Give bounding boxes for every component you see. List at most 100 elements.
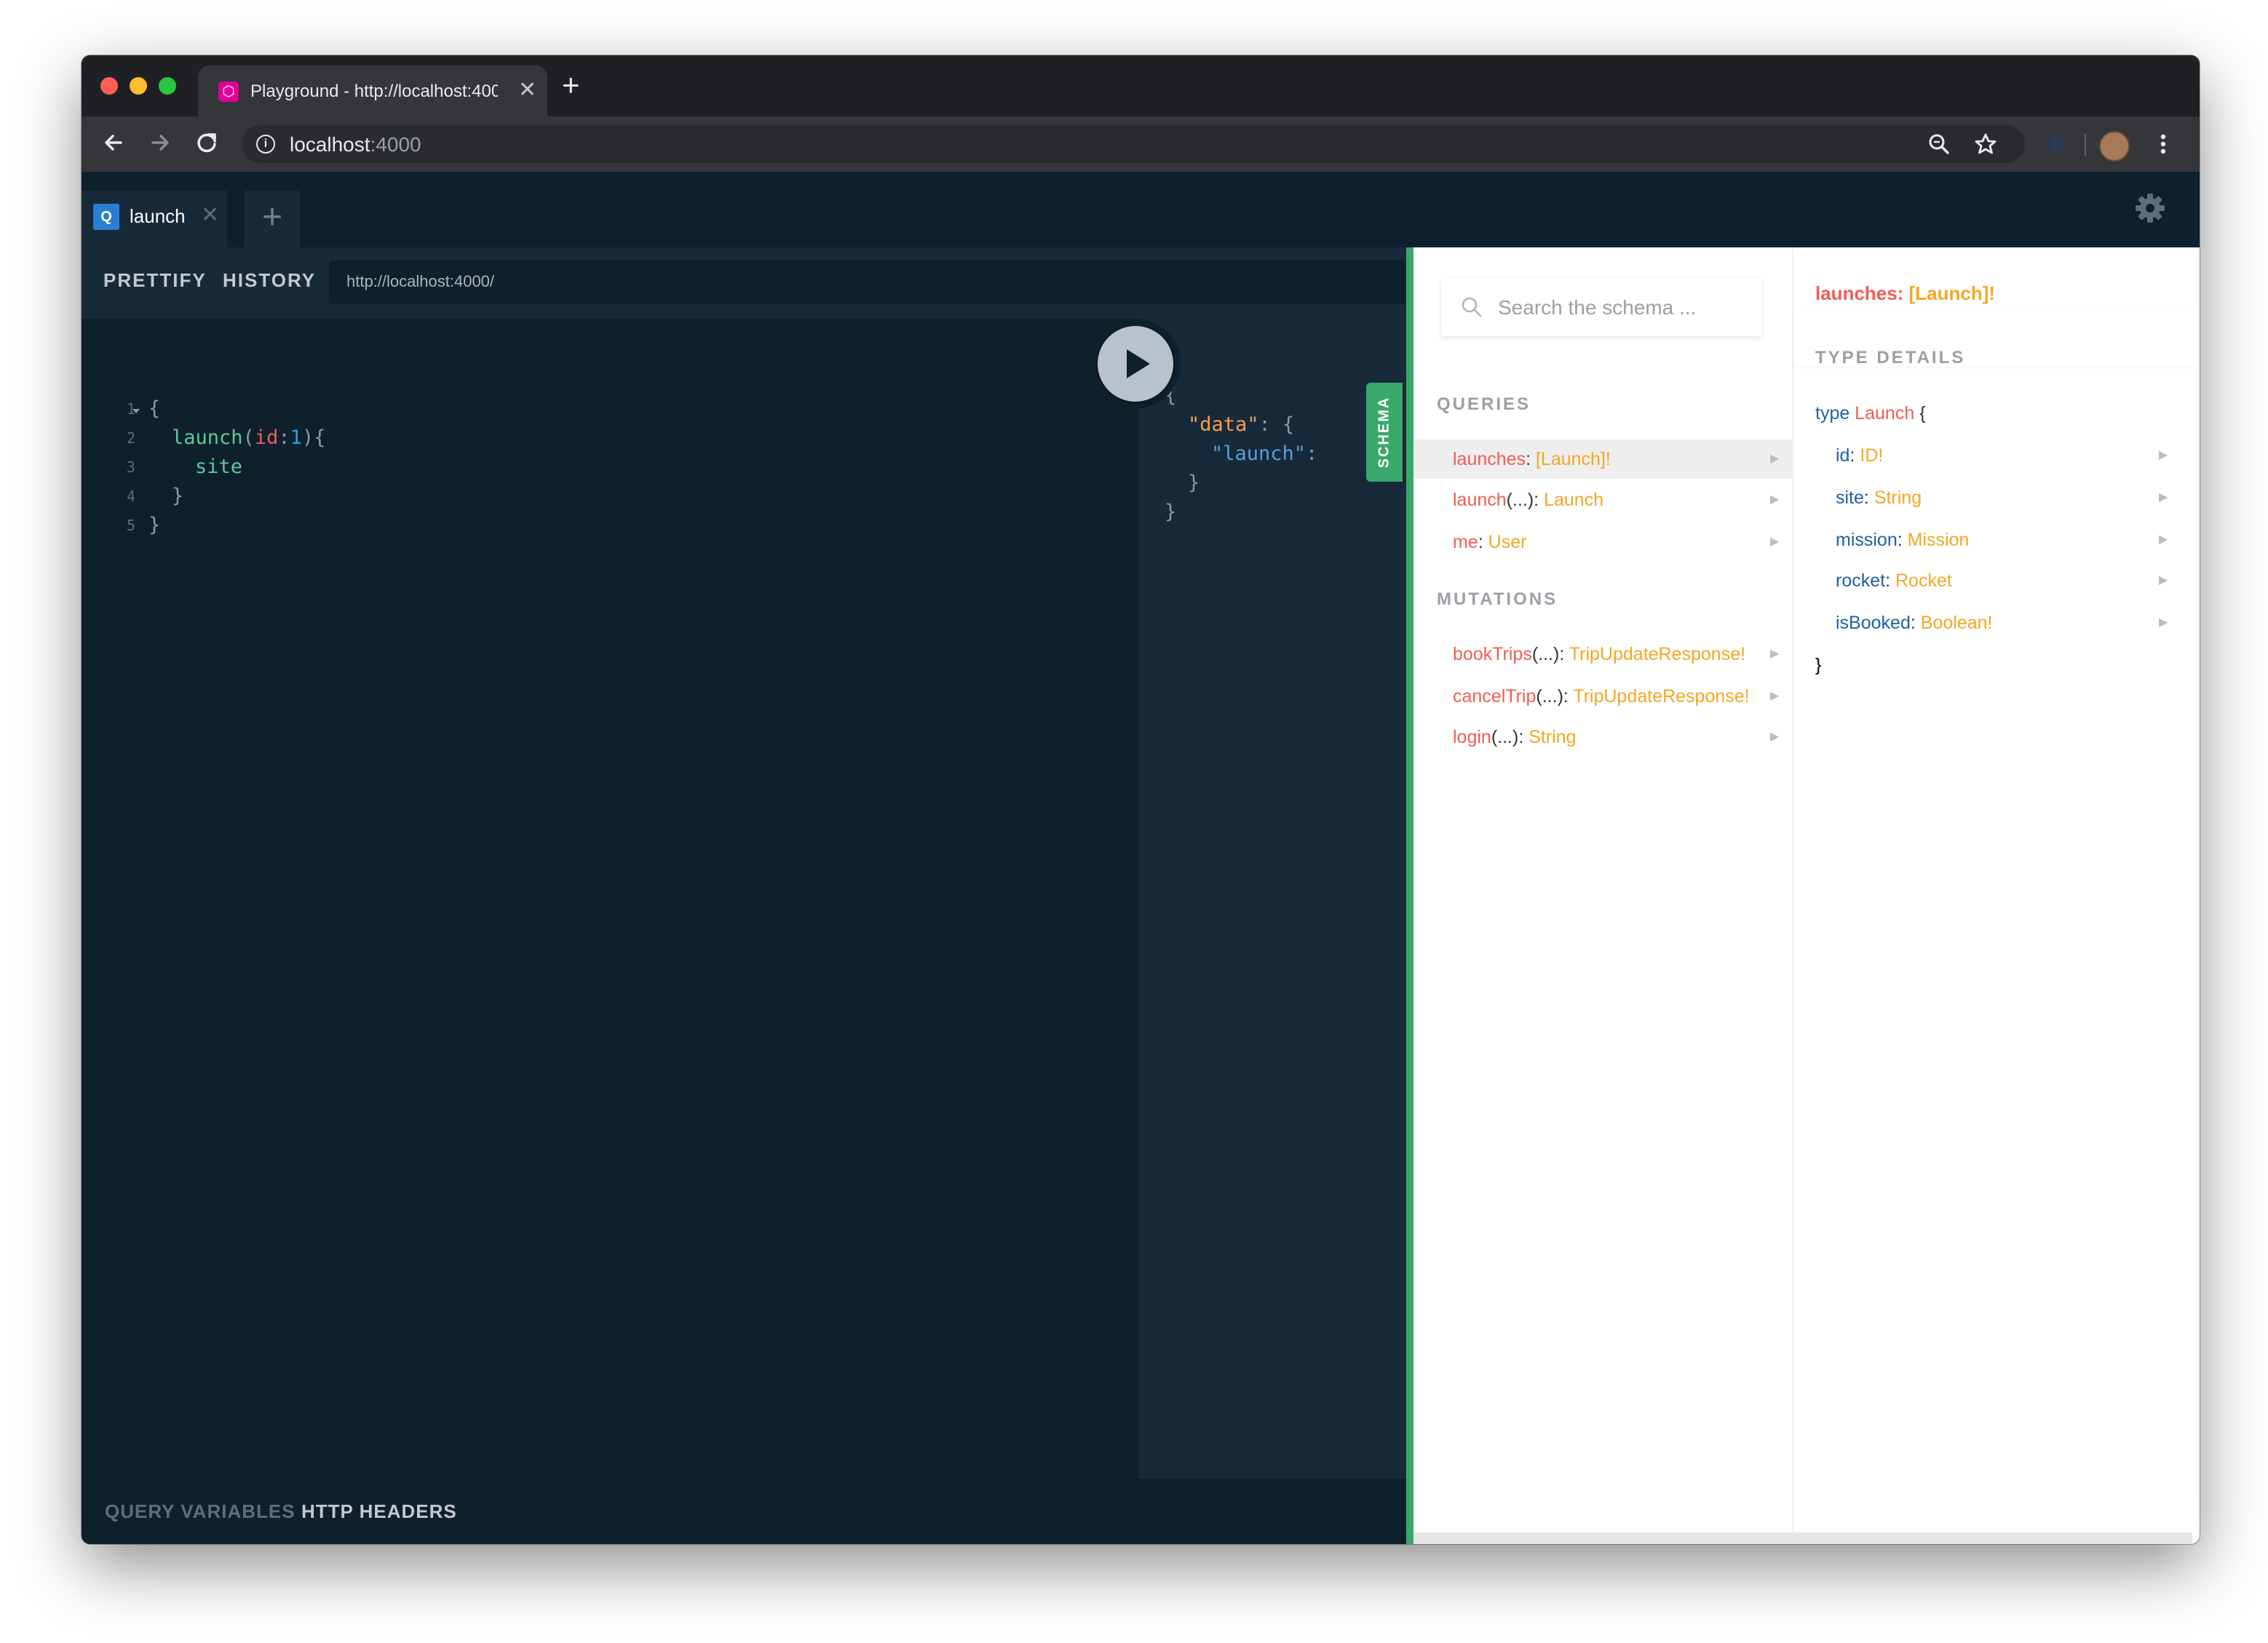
close-window-button[interactable] [100, 77, 118, 95]
schema-query-launch[interactable]: launch(...): Launch ▶ [1413, 480, 1792, 520]
browser-menu-icon[interactable] [2149, 130, 2178, 159]
type-field-isbooked[interactable]: isBooked: Boolean! [1836, 608, 1992, 637]
playground-tab-launch[interactable]: Q launch ✕ [82, 191, 227, 247]
expand-arrow-icon: ▶ [1770, 690, 1780, 702]
schema-column-divider [1792, 247, 1793, 1532]
zoom-icon[interactable] [1924, 130, 1954, 159]
address-bar[interactable]: i localhost:4000 [242, 125, 2025, 163]
reload-icon[interactable] [192, 128, 221, 157]
schema-search[interactable] [1441, 278, 1761, 336]
history-button[interactable]: HISTORY [223, 269, 316, 292]
profile-avatar[interactable] [2099, 131, 2130, 162]
line-number: 5 [126, 517, 135, 534]
endpoint-input[interactable]: http://localhost:4000/ [329, 260, 1406, 304]
expand-arrow-icon: ▶ [1770, 731, 1780, 743]
schema-query-launches[interactable]: launches: [Launch]! ▶ [1413, 439, 1792, 479]
schema-panel-edge[interactable] [1406, 247, 1413, 1544]
schema-field-label: login(...): String [1453, 727, 1577, 747]
code-line-3: site [195, 455, 243, 478]
expand-arrow-icon: ▶ [2159, 491, 2168, 504]
query-variables-tab[interactable]: QUERY VARIABLES [105, 1500, 296, 1523]
type-details-title: launches: [Launch]! [1815, 282, 1996, 304]
endpoint-url: http://localhost:4000/ [346, 272, 495, 290]
browser-toolbar: i localhost:4000 [82, 116, 2200, 172]
type-closing-brace: } [1815, 655, 1822, 675]
schema-tab-label: SCHEMA [1376, 396, 1392, 469]
schema-field-label: launches: [Launch]! [1453, 449, 1611, 469]
expand-arrow-icon: ▶ [2159, 449, 2168, 461]
schema-mutation-booktrips[interactable]: bookTrips(...): TripUpdateResponse! ▶ [1413, 634, 1792, 674]
code-line-2: launch(id:1){ [172, 426, 326, 449]
browser-tab-close-icon[interactable]: ✕ [518, 79, 536, 102]
schema-mutation-canceltrip[interactable]: cancelTrip(...): TripUpdateResponse! ▶ [1413, 677, 1792, 716]
type-field-mission[interactable]: mission: Mission [1836, 525, 1969, 554]
browser-tab-playground[interactable]: ⬡ Playground - http://localhost:4000 ✕ [198, 65, 547, 116]
expand-arrow-icon: ▶ [1770, 453, 1780, 465]
code-line-4: } [172, 485, 184, 507]
search-icon [1462, 297, 1482, 317]
new-tab-button[interactable]: + [562, 70, 580, 100]
playground-tab-close-icon[interactable]: ✕ [201, 202, 219, 228]
playground-tab-label: launch [130, 205, 186, 227]
result-line-3: "launch": [1211, 442, 1330, 465]
schema-panel-scrollbar[interactable] [1413, 1532, 2192, 1544]
type-field-rocket[interactable]: rocket: Rocket [1836, 566, 1952, 595]
type-details-section-title: TYPE DETAILS [1815, 348, 1966, 367]
schema-field-label: me: User [1453, 532, 1527, 552]
schema-field-label: cancelTrip(...): TripUpdateResponse! [1453, 686, 1750, 707]
play-icon [1127, 349, 1150, 378]
settings-gear-icon[interactable] [2133, 191, 2168, 226]
editor-bottom-bar: QUERY VARIABLES HTTP HEADERS [82, 1479, 1406, 1544]
maximize-window-button[interactable] [159, 77, 176, 95]
editor-toolbar: PRETTIFY HISTORY http://localhost:4000/ [82, 247, 1406, 319]
prettify-button[interactable]: PRETTIFY [103, 269, 207, 292]
site-info-icon[interactable]: i [256, 135, 275, 154]
type-field-id[interactable]: id: ID! [1836, 441, 1883, 470]
line-number: 4 [126, 488, 135, 505]
http-headers-tab[interactable]: HTTP HEADERS [301, 1500, 457, 1523]
line-number: 2 [126, 429, 135, 447]
code-line-1: { [148, 397, 161, 420]
minimize-window-button[interactable] [130, 77, 147, 95]
playground-tab-bar: Q launch ✕ + [82, 172, 2200, 247]
browser-window: ⬡ Playground - http://localhost:4000 ✕ +… [82, 55, 2200, 1544]
query-badge: Q [93, 204, 119, 230]
fold-caret-icon[interactable] [131, 406, 141, 416]
bookmark-star-icon[interactable] [1971, 130, 2000, 159]
query-editor[interactable]: 1 2 3 4 5 { launch(id:1){ site } } [82, 319, 1138, 1486]
type-field-site[interactable]: site: String [1836, 483, 1922, 512]
code-line-5: } [148, 514, 161, 536]
expand-arrow-icon: ▶ [2159, 533, 2168, 546]
schema-mutation-login[interactable]: login(...): String ▶ [1413, 717, 1792, 757]
url-text: localhost:4000 [290, 133, 421, 156]
url-port: :4000 [370, 133, 421, 156]
extension-icon[interactable] [2042, 130, 2071, 159]
forward-arrow-icon[interactable] [146, 128, 175, 157]
back-arrow-icon[interactable] [99, 128, 128, 157]
result-line-5: } [1165, 501, 1177, 523]
expand-arrow-icon: ▶ [1770, 648, 1780, 660]
schema-query-me[interactable]: me: User ▶ [1413, 522, 1792, 562]
expand-arrow-icon: ▶ [2159, 616, 2168, 629]
expand-arrow-icon: ▶ [2159, 574, 2168, 586]
line-number: 3 [126, 458, 135, 476]
mutations-section-title: MUTATIONS [1437, 589, 1558, 609]
graphql-favicon-icon: ⬡ [218, 81, 239, 102]
schema-drawer-tab[interactable]: SCHEMA [1366, 383, 1403, 482]
schema-field-label: bookTrips(...): TripUpdateResponse! [1453, 644, 1746, 664]
expand-arrow-icon: ▶ [1770, 536, 1780, 548]
result-viewer[interactable]: { "data": { "launch": } } [1138, 319, 1406, 1486]
toolbar-separator [2085, 134, 2086, 156]
schema-search-input[interactable] [1496, 293, 1747, 323]
url-host: localhost [290, 133, 370, 156]
schema-field-label: launch(...): Launch [1453, 490, 1604, 510]
browser-tab-title: Playground - http://localhost:4000 [250, 81, 498, 101]
add-tab-button[interactable]: + [245, 191, 300, 247]
queries-section-title: QUERIES [1437, 394, 1531, 414]
browser-tabstrip: ⬡ Playground - http://localhost:4000 ✕ + [82, 55, 2200, 116]
execute-query-button[interactable] [1090, 319, 1181, 409]
result-line-4: } [1188, 472, 1200, 494]
expand-arrow-icon: ▶ [1770, 493, 1780, 506]
type-definition-line: type Launch { [1815, 403, 1926, 423]
result-line-2: "data": { [1188, 413, 1295, 436]
